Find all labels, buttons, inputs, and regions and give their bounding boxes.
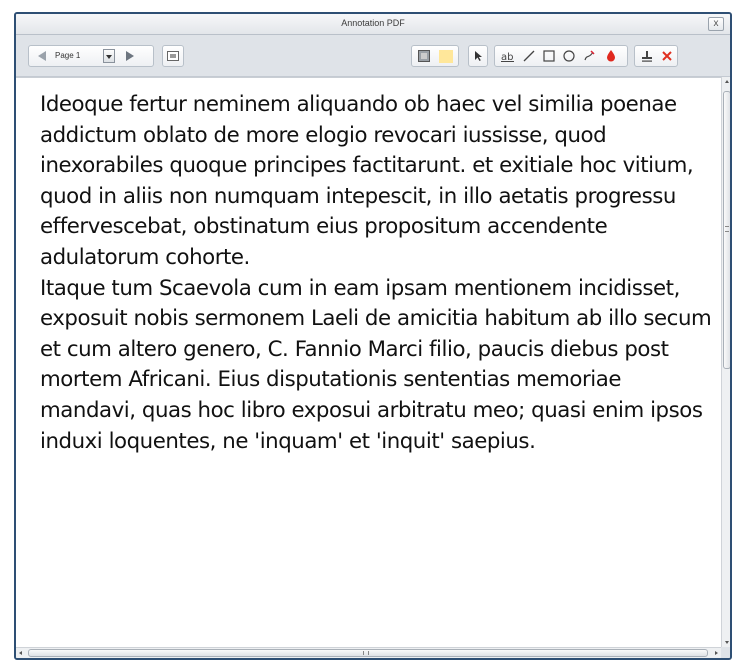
drawing-tools-group: ab: [494, 45, 628, 67]
toolbar: Page 1 ab: [16, 35, 730, 77]
scroll-corner: [721, 647, 730, 658]
fit-page-button[interactable]: [162, 45, 184, 67]
border-color-button[interactable]: [416, 49, 432, 63]
stamp-delete-group: [634, 45, 678, 67]
paragraph: Itaque tum Scaevola cum in eam ipsam men…: [40, 275, 712, 454]
red-x-icon: [662, 51, 672, 61]
fill-color-button[interactable]: [438, 49, 454, 63]
delete-button[interactable]: [659, 49, 675, 63]
rectangle-tool-button[interactable]: [541, 49, 557, 63]
scroll-down-icon[interactable]: [725, 641, 729, 644]
color-tools-group: [411, 45, 459, 67]
prev-page-button[interactable]: [34, 49, 50, 63]
title-bar: Annotation PDF x: [16, 14, 730, 35]
horizontal-scrollbar[interactable]: [16, 647, 721, 658]
vertical-scrollbar[interactable]: [721, 77, 730, 647]
chevron-down-icon[interactable]: [103, 49, 115, 63]
select-tool-button[interactable]: [468, 45, 488, 67]
next-page-button[interactable]: [122, 49, 138, 63]
ink-color-button[interactable]: [603, 49, 619, 63]
line-tool-button[interactable]: [521, 49, 537, 63]
rectangle-icon: [543, 50, 555, 62]
line-icon: [523, 50, 535, 62]
stamp-icon: [642, 51, 652, 62]
triangle-right-icon: [126, 51, 134, 61]
page-select[interactable]: Page 1: [55, 49, 101, 63]
grip-icon: [725, 226, 729, 232]
triangle-left-icon: [38, 51, 46, 61]
scroll-right-icon[interactable]: [715, 651, 718, 655]
svg-text:ab: ab: [501, 52, 513, 62]
stamp-tool-button[interactable]: [639, 49, 655, 63]
cursor-arrow-icon: [470, 49, 486, 63]
scroll-left-icon[interactable]: [19, 651, 22, 655]
text-annotation-icon: ab: [501, 52, 514, 62]
page-fit-icon: [165, 49, 181, 63]
droplet-icon: [607, 50, 615, 62]
ellipse-icon: [563, 50, 575, 62]
square-yellow-icon: [439, 49, 453, 63]
square-gray-icon: [418, 50, 430, 62]
grip-icon: [363, 651, 369, 655]
window-title: Annotation PDF: [341, 18, 405, 28]
close-button[interactable]: x: [708, 17, 724, 31]
document-text: Ideoque fertur neminem aliquando ob haec…: [40, 90, 712, 457]
paragraph: Ideoque fertur neminem aliquando ob haec…: [40, 92, 694, 270]
annotation-pdf-window: Annotation PDF x Page 1 ab Ideoque fertu…: [14, 12, 732, 660]
text-annotation-button[interactable]: ab: [500, 49, 516, 63]
scroll-up-icon[interactable]: [725, 80, 729, 83]
page-navigation-group: Page 1: [28, 45, 154, 67]
pencil-icon: [584, 50, 595, 61]
ellipse-tool-button[interactable]: [561, 49, 577, 63]
pencil-tool-button[interactable]: [581, 49, 597, 63]
horizontal-scroll-thumb[interactable]: [28, 649, 708, 657]
document-view[interactable]: Ideoque fertur neminem aliquando ob haec…: [16, 77, 721, 648]
vertical-scroll-thumb[interactable]: [723, 91, 730, 369]
